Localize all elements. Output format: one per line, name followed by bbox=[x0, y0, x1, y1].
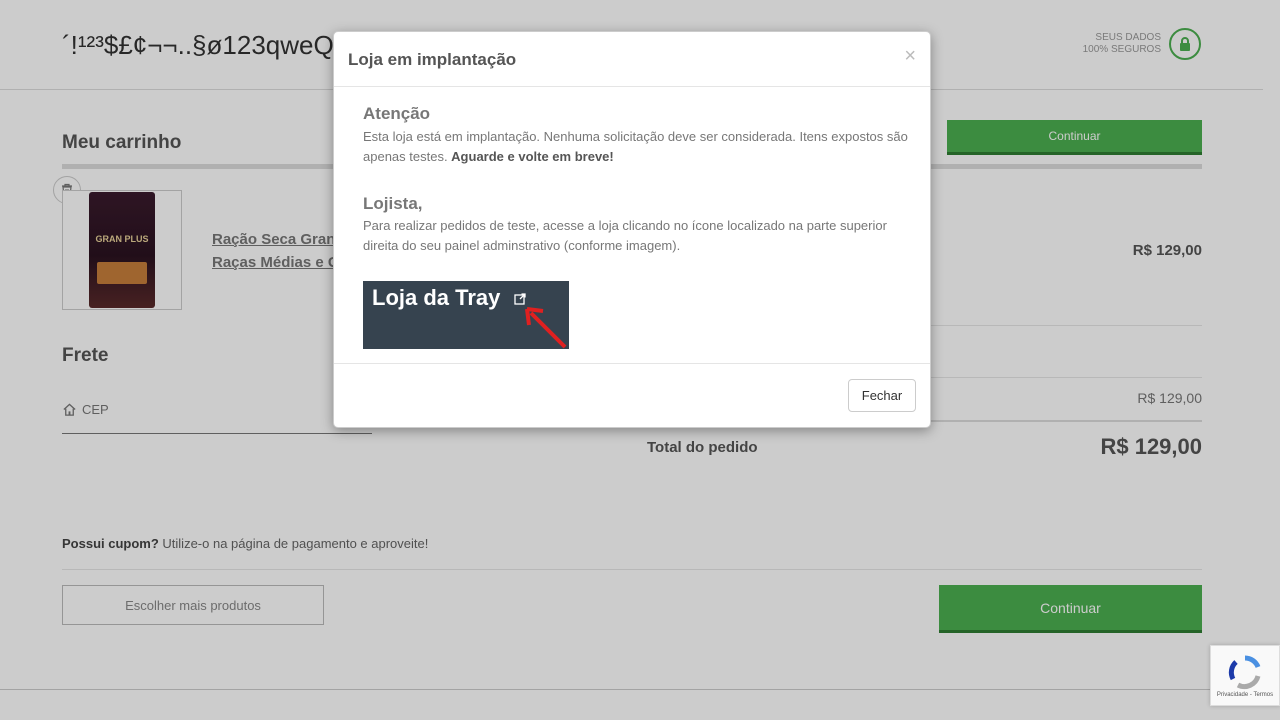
recaptcha-badge[interactable]: Privacidade - Termos bbox=[1210, 645, 1280, 706]
modal-body: Atenção Esta loja está em implantação. N… bbox=[334, 87, 930, 364]
attention-heading: Atenção bbox=[363, 104, 431, 123]
close-icon[interactable]: × bbox=[904, 46, 916, 66]
close-button[interactable]: Fechar bbox=[848, 379, 916, 412]
attention-text: Esta loja está em implantação. Nenhuma s… bbox=[363, 127, 908, 167]
recaptcha-text[interactable]: Privacidade - Termos bbox=[1217, 692, 1273, 698]
red-arrow-icon bbox=[525, 307, 567, 349]
modal-footer: Fechar bbox=[334, 363, 930, 427]
recaptcha-icon bbox=[1228, 655, 1261, 689]
tray-store-screenshot: Loja da Tray bbox=[363, 281, 569, 349]
store-notice-modal: Loja em implantação × Atenção Esta loja … bbox=[333, 31, 931, 428]
merchant-text: Para realizar pedidos de teste, acesse a… bbox=[363, 218, 887, 253]
external-link-icon bbox=[514, 293, 526, 305]
merchant-heading: Lojista, bbox=[363, 194, 423, 213]
modal-title: Loja em implantação bbox=[348, 50, 517, 69]
attention-text-main: Esta loja está em implantação. Nenhuma s… bbox=[363, 129, 908, 164]
attention-text-bold: Aguarde e volte em breve! bbox=[451, 149, 614, 164]
modal-header: Loja em implantação × bbox=[334, 32, 930, 87]
tray-image-text: Loja da Tray bbox=[372, 285, 501, 310]
